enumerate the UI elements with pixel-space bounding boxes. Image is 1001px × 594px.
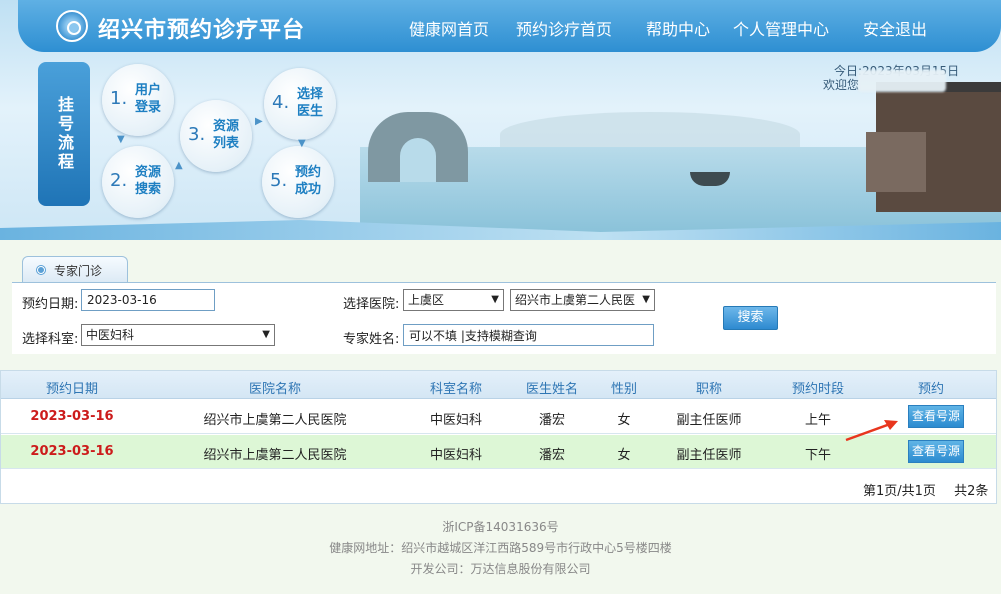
site-title: 绍兴市预约诊疗平台	[98, 18, 306, 43]
step-success: 5. 预约 成功	[262, 146, 334, 218]
nav-help-center[interactable]: 帮助中心	[646, 16, 710, 40]
nav-booking-home[interactable]: 预约诊疗首页	[516, 16, 612, 40]
step-label: 资源 列表	[212, 119, 239, 151]
platform-logo-icon	[56, 10, 88, 42]
tab-label: 专家门诊	[54, 264, 103, 278]
pagination-info: 第1页/共1页 共2条	[863, 480, 988, 499]
date-label: 预约日期:	[22, 297, 79, 312]
header-doctor: 医生姓名	[525, 382, 579, 397]
footer-address: 健康网地址：绍兴市越城区洋江西路589号市行政中心5号楼四楼	[329, 541, 672, 555]
hospital-select-value: 绍兴市上虞第二人民医	[515, 293, 636, 307]
arrow-down-icon: ▼	[117, 134, 125, 145]
arrow-right-icon: ▶	[255, 116, 263, 127]
step-search: 2. 资源 搜索	[102, 146, 174, 218]
search-button[interactable]: 搜索	[723, 306, 778, 330]
expert-name-input[interactable]	[403, 324, 654, 346]
step-label: 资源 搜索	[134, 165, 161, 197]
step-label: 预约 成功	[294, 165, 321, 197]
cell-gender: 女	[617, 448, 631, 463]
cell-date: 2023-03-16	[30, 409, 114, 424]
step-number: 2.	[110, 170, 128, 191]
cell-dept: 中医妇科	[429, 413, 483, 428]
cell-doctor: 潘宏	[538, 413, 566, 428]
step-login: 1. 用户 登录	[102, 64, 174, 136]
view-slots-button[interactable]: 查看号源	[908, 405, 964, 428]
dept-select-value: 中医妇科	[86, 328, 135, 342]
expert-label: 专家姓名:	[343, 332, 400, 347]
step-number: 4.	[272, 92, 290, 113]
chevron-down-icon: ▼	[262, 329, 270, 340]
chevron-down-icon: ▼	[491, 294, 499, 305]
step-list: 3. 资源 列表	[180, 100, 252, 172]
header-action: 预约	[917, 382, 945, 397]
district-select[interactable]: 上虞区 ▼	[403, 289, 504, 311]
tab-expert-clinic[interactable]: 专家门诊	[22, 256, 128, 282]
dept-select[interactable]: 中医妇科 ▼	[81, 324, 275, 346]
pager-total: 共2条	[954, 484, 989, 499]
hospital-label: 选择医院:	[343, 297, 400, 312]
footer-developer: 开发公司：万达信息股份有限公司	[410, 562, 591, 576]
cell-period: 上午	[804, 413, 832, 428]
step-label: 选择 医生	[296, 87, 323, 119]
header-period: 预约时段	[791, 382, 845, 397]
cell-dept: 中医妇科	[429, 448, 483, 463]
welcome-text: 欢迎您	[823, 78, 860, 92]
cell-period: 下午	[804, 448, 832, 463]
table-header: 预约日期 医院名称 科室名称 医生姓名 性别 职称 预约时段 预约	[1, 371, 996, 399]
cell-hospital: 绍兴市上虞第二人民医院	[203, 448, 347, 463]
header-hospital: 医院名称	[248, 382, 302, 397]
header-gender: 性别	[610, 382, 638, 397]
red-arrow-icon	[845, 420, 898, 442]
cell-title: 副主任医师	[676, 413, 742, 428]
step-select-doctor: 4. 选择 医生	[264, 68, 336, 140]
chevron-down-icon: ▼	[642, 294, 650, 305]
step-number: 1.	[110, 88, 128, 109]
tab-bullet-icon	[37, 266, 45, 274]
nav-logout[interactable]: 安全退出	[863, 16, 927, 40]
dept-label: 选择科室:	[22, 332, 79, 347]
hospital-select[interactable]: 绍兴市上虞第二人民医 ▼	[510, 289, 655, 311]
arrow-up-right-icon: ▲	[175, 160, 183, 171]
header-dept: 科室名称	[429, 382, 483, 397]
cell-hospital: 绍兴市上虞第二人民医院	[203, 413, 347, 428]
stone-bridge-illustration	[368, 112, 468, 182]
pager-page: 第1页/共1页	[863, 484, 936, 499]
cell-doctor: 潘宏	[538, 448, 566, 463]
riverside-house-illustration	[866, 82, 1001, 212]
nav-health-home[interactable]: 健康网首页	[409, 16, 489, 40]
registration-process-label: 挂号流程	[38, 62, 90, 206]
cell-title: 副主任医师	[676, 448, 742, 463]
view-slots-button[interactable]: 查看号源	[908, 440, 964, 463]
footer-icp: 浙ICP备14031636号	[442, 520, 559, 534]
date-input[interactable]	[81, 289, 215, 311]
district-select-value: 上虞区	[408, 293, 445, 307]
username-redacted	[858, 70, 946, 92]
step-label: 用户 登录	[134, 83, 161, 115]
header-date: 预约日期	[45, 382, 99, 397]
nav-personal-center[interactable]: 个人管理中心	[733, 16, 829, 40]
cell-date: 2023-03-16	[30, 444, 114, 459]
step-number: 5.	[270, 170, 288, 191]
footer: 浙ICP备14031636号 健康网地址：绍兴市越城区洋江西路589号市行政中心…	[0, 517, 1001, 580]
header-banner: 绍兴市预约诊疗平台 健康网首页 预约诊疗首页 帮助中心 个人管理中心 安全退出 …	[0, 0, 1001, 240]
arrow-down-icon: ▼	[298, 138, 306, 149]
step-number: 3.	[188, 124, 206, 145]
cell-gender: 女	[617, 413, 631, 428]
header-title: 职称	[695, 382, 723, 397]
